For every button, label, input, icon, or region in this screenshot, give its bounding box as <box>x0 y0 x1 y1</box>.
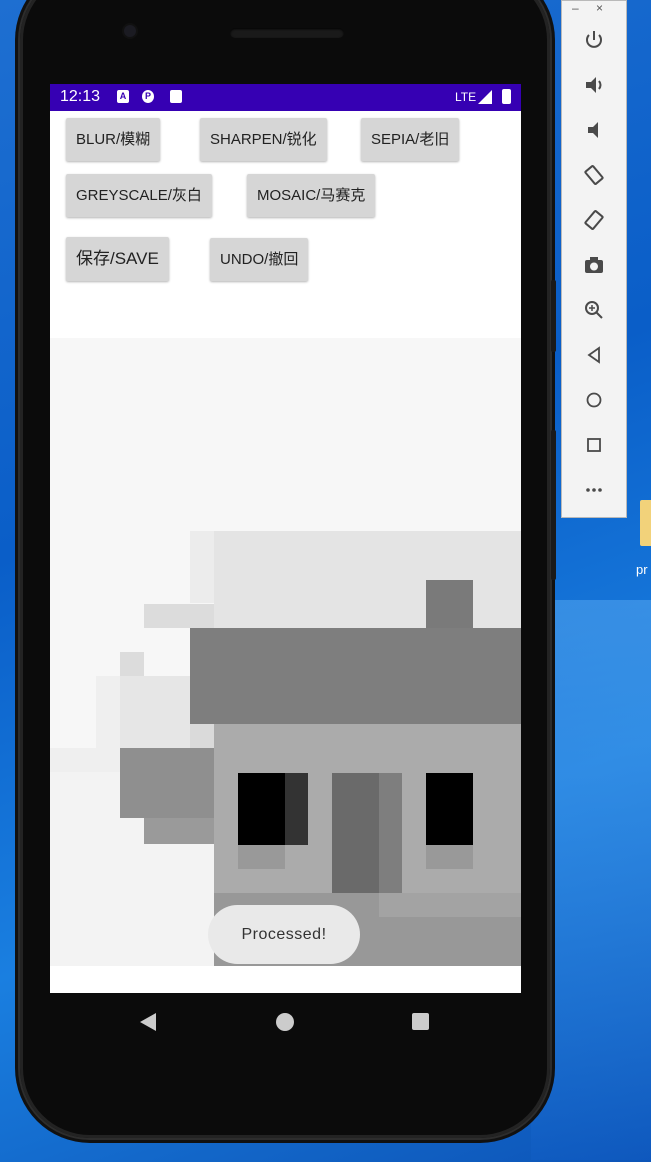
image-preview <box>50 338 521 966</box>
house-foundation-top <box>379 893 521 917</box>
house-porch-base <box>144 818 214 844</box>
status-time: 12:13 <box>60 88 101 105</box>
undo-button[interactable]: UNDO/撤回 <box>210 238 309 281</box>
greyscale-button[interactable]: GREYSCALE/灰白 <box>66 174 212 217</box>
volume-up-icon[interactable] <box>581 74 607 100</box>
camera-icon[interactable] <box>581 254 607 280</box>
rotate-left-icon[interactable] <box>581 164 607 190</box>
android-nav-bar <box>50 993 521 1053</box>
zoom-icon[interactable] <box>581 299 607 325</box>
network-type: LTE <box>455 90 477 104</box>
mosaic-tile <box>120 676 190 748</box>
rotate-right-icon[interactable] <box>581 209 607 235</box>
power-icon[interactable] <box>581 29 607 55</box>
sharpen-button[interactable]: SHARPEN/锐化 <box>200 118 327 161</box>
mosaic-tile <box>50 748 120 772</box>
mosaic-button[interactable]: MOSAIC/马赛克 <box>247 174 376 217</box>
mosaic-tile <box>120 652 144 676</box>
blur-button[interactable]: BLUR/模糊 <box>66 118 161 161</box>
minimize-button[interactable]: – <box>572 1 579 15</box>
front-camera-icon <box>124 25 136 37</box>
toast-message: Processed! <box>208 905 360 964</box>
nav-home-icon[interactable] <box>276 1013 294 1031</box>
mosaic-tile <box>190 531 214 603</box>
mosaic-sky-block <box>214 531 521 631</box>
app-screen: 12:13 A P LTE BLUR/模糊 SHARPEN/锐化 SEPIA/老… <box>50 84 521 993</box>
sepia-button[interactable]: SEPIA/老旧 <box>361 118 460 161</box>
sd-card-icon <box>170 90 182 103</box>
mosaic-tile <box>144 604 214 628</box>
emulator-toolbar: – × <box>561 0 627 518</box>
overview-icon[interactable] <box>581 434 607 460</box>
battery-icon <box>502 89 511 104</box>
signal-icon <box>478 90 492 104</box>
mosaic-tile <box>190 724 214 748</box>
house-window-right-sill <box>426 845 473 869</box>
house-chimney <box>426 580 473 630</box>
back-icon[interactable] <box>581 344 607 370</box>
save-button[interactable]: 保存/SAVE <box>66 237 169 281</box>
more-icon[interactable] <box>581 479 607 505</box>
desktop-folder-icon[interactable] <box>640 500 651 546</box>
power-side-button[interactable] <box>551 280 556 352</box>
house-porch <box>120 748 214 818</box>
earpiece-speaker <box>230 28 344 38</box>
house-window-left-shade <box>285 773 308 845</box>
house-window-left-sill <box>238 845 285 869</box>
notification-p-icon: P <box>142 90 154 103</box>
house-roof <box>190 628 521 724</box>
house-door-edge <box>379 773 402 893</box>
nav-back-icon[interactable] <box>140 1013 156 1031</box>
notification-a-icon: A <box>117 90 129 103</box>
status-bar: 12:13 A P LTE <box>50 84 521 111</box>
house-window-right <box>426 773 473 845</box>
nav-recents-icon[interactable] <box>412 1013 429 1030</box>
close-button[interactable]: × <box>596 1 603 15</box>
home-icon[interactable] <box>581 389 607 415</box>
desktop-icon-label: pr <box>636 562 648 577</box>
volume-side-button[interactable] <box>551 430 556 580</box>
volume-down-icon[interactable] <box>581 119 607 145</box>
